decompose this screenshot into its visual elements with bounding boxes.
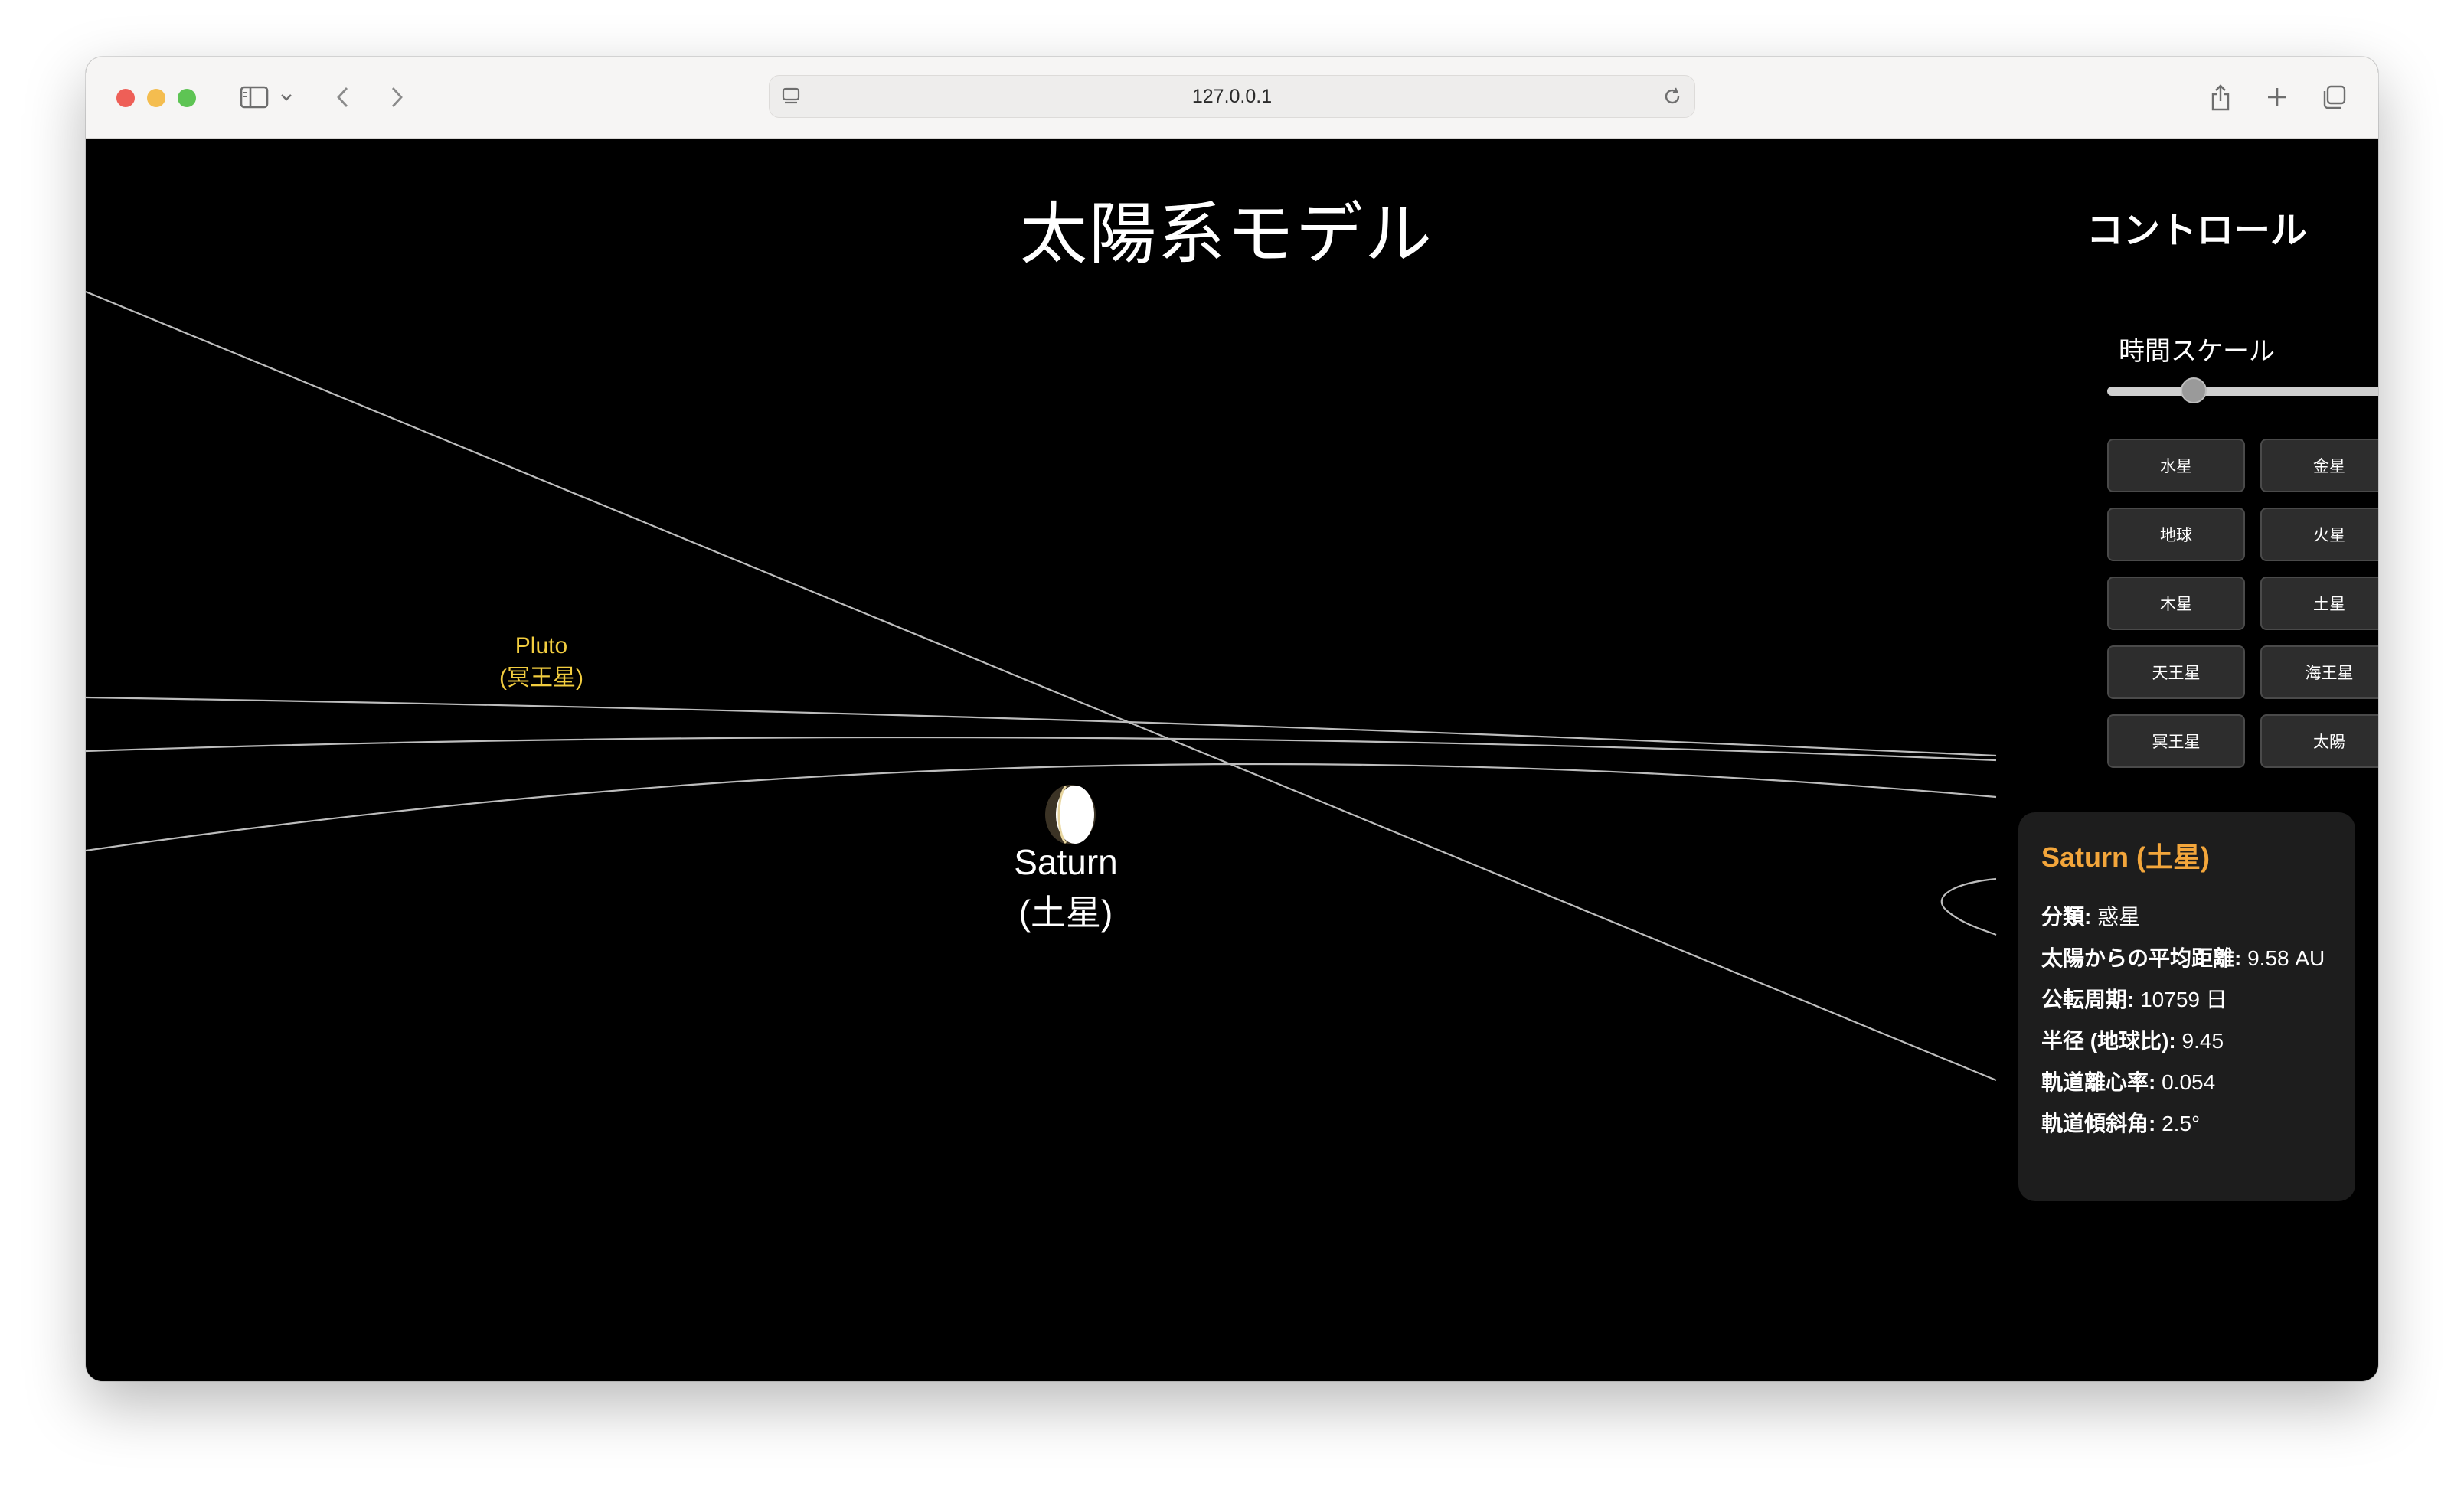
info-value: 10759 日 xyxy=(2140,988,2227,1011)
mars-button[interactable]: 火星 xyxy=(2260,508,2378,561)
earth-button[interactable]: 地球 xyxy=(2107,508,2245,561)
solar-system-page: 太陽系モデル Pluto (冥王星) Saturn (土星) コントロール 時間… xyxy=(86,139,2378,1381)
sidebar-toggle-icon[interactable] xyxy=(236,78,273,116)
pluto-jp-name: (冥王星) xyxy=(499,665,583,691)
uranus-button[interactable]: 天王星 xyxy=(2107,645,2245,699)
orbit-line xyxy=(86,696,1997,757)
saturn-planet xyxy=(1045,785,1096,844)
saturn-label[interactable]: Saturn (土星) xyxy=(974,837,1158,938)
saturn-button[interactable]: 土星 xyxy=(2260,577,2378,630)
venus-button[interactable]: 金星 xyxy=(2260,439,2378,492)
info-key: 軌道傾斜角: xyxy=(2041,1112,2156,1135)
forward-icon[interactable] xyxy=(381,78,412,116)
minimize-window-button[interactable] xyxy=(147,89,165,107)
controls-title: コントロール xyxy=(2086,209,2307,252)
share-icon[interactable] xyxy=(2205,78,2236,116)
orbit-line xyxy=(86,290,1997,1082)
zoom-window-button[interactable] xyxy=(178,89,196,107)
info-row-period: 公転周期: 10759 日 xyxy=(2041,985,2332,1014)
body-button-grid: 水星 金星 地球 火星 木星 土星 天王星 海王星 冥王星 太陽 xyxy=(2107,439,2378,768)
time-scale-slider[interactable] xyxy=(2107,377,2378,403)
pluto-name: Pluto xyxy=(515,633,568,658)
orbit-line xyxy=(1940,877,1997,936)
sun-button[interactable]: 太陽 xyxy=(2260,714,2378,768)
info-row-radius: 半径 (地球比): 9.45 xyxy=(2041,1027,2332,1055)
browser-toolbar: 127.0.0.1 xyxy=(86,57,2378,139)
saturn-name: Saturn xyxy=(1014,842,1118,882)
info-value: 0.054 xyxy=(2162,1070,2216,1094)
page-title: 太陽系モデル xyxy=(1019,194,1433,273)
tab-overview-icon[interactable] xyxy=(2319,78,2349,116)
info-value: 2.5° xyxy=(2162,1112,2201,1135)
desktop: 127.0.0.1 太陽系モデル Pluto (冥王星) Saturn (土星)… xyxy=(0,0,2464,1496)
info-value: 惑星 xyxy=(2097,905,2141,929)
time-scale-label: 時間スケール xyxy=(2119,336,2275,367)
info-row-inclination: 軌道傾斜角: 2.5° xyxy=(2041,1109,2332,1138)
new-tab-icon[interactable] xyxy=(2262,78,2292,116)
orbit-line xyxy=(86,736,1997,762)
time-scale-slider-thumb[interactable] xyxy=(2181,377,2207,403)
info-key: 太陽からの平均距離: xyxy=(2041,946,2242,970)
info-key: 半径 (地球比): xyxy=(2041,1029,2176,1053)
url-text: 127.0.0.1 xyxy=(1191,85,1273,107)
info-key: 分類: xyxy=(2041,905,2092,929)
address-bar[interactable]: 127.0.0.1 xyxy=(769,75,1695,118)
reload-icon[interactable] xyxy=(1661,85,1684,111)
close-window-button[interactable] xyxy=(116,89,135,107)
info-row-distance: 太陽からの平均距離: 9.58 AU xyxy=(2041,944,2332,972)
info-title: Saturn (土星) xyxy=(2041,841,2210,873)
chevron-down-icon[interactable] xyxy=(277,78,296,116)
browser-window: 127.0.0.1 太陽系モデル Pluto (冥王星) Saturn (土星)… xyxy=(86,57,2378,1381)
info-row-eccentricity: 軌道離心率: 0.054 xyxy=(2041,1068,2332,1096)
neptune-button[interactable]: 海王星 xyxy=(2260,645,2378,699)
info-key: 軌道離心率: xyxy=(2041,1070,2156,1094)
mercury-button[interactable]: 水星 xyxy=(2107,439,2245,492)
info-value: 9.58 AU xyxy=(2247,946,2325,970)
info-value: 9.45 xyxy=(2181,1029,2224,1053)
info-key: 公転周期: xyxy=(2041,988,2135,1011)
saturn-jp-name: (土星) xyxy=(1018,893,1113,933)
info-row-classification: 分類: 惑星 xyxy=(2041,903,2332,931)
pluto-label[interactable]: Pluto (冥王星) xyxy=(484,630,599,694)
planet-info-card: Saturn (土星) 分類: 惑星 太陽からの平均距離: 9.58 AU 公転… xyxy=(2018,812,2355,1201)
back-icon[interactable] xyxy=(328,78,358,116)
pluto-button[interactable]: 冥王星 xyxy=(2107,714,2245,768)
jupiter-button[interactable]: 木星 xyxy=(2107,577,2245,630)
